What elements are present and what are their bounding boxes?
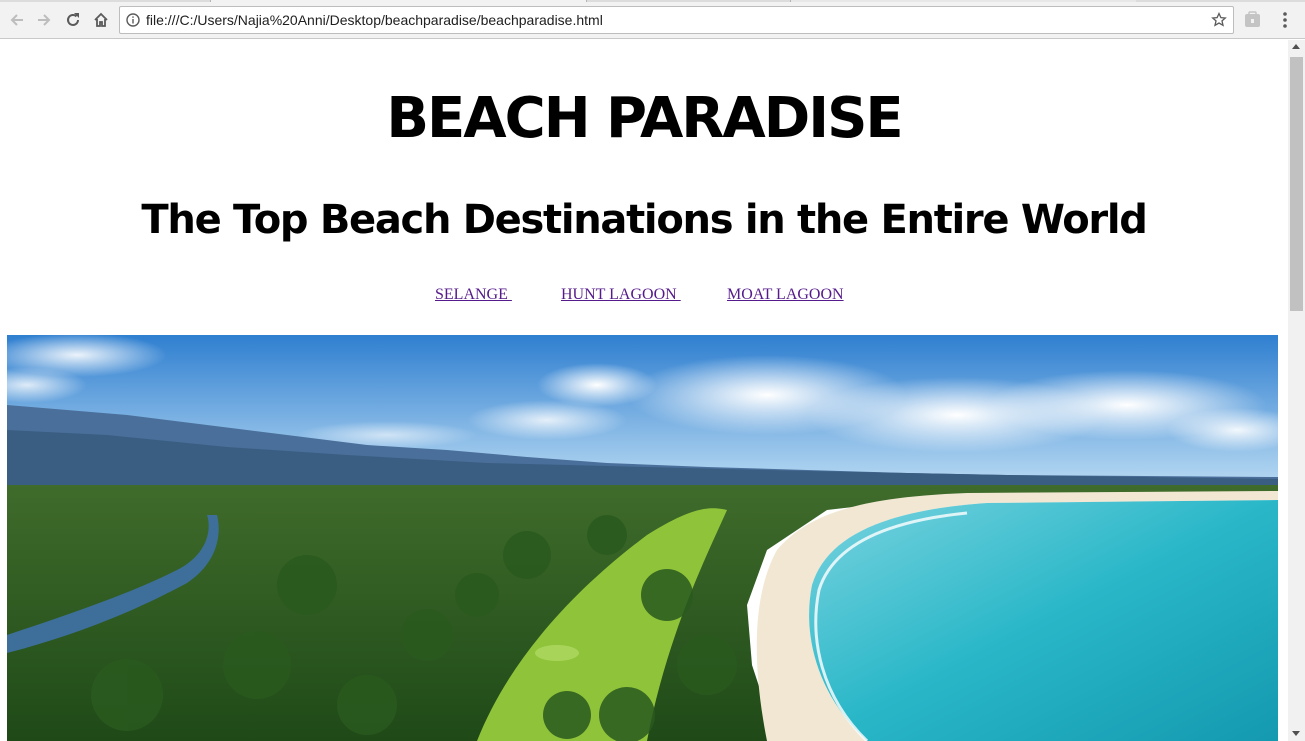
active-tab[interactable] xyxy=(210,0,587,2)
home-icon[interactable] xyxy=(89,8,113,32)
nav-link-selange[interactable]: SELANGE xyxy=(435,286,512,304)
nav-link-hunt-lagoon[interactable]: HUNT LAGOON xyxy=(561,286,681,304)
page-subtitle: The Top Beach Destinations in the Entire… xyxy=(141,197,1147,243)
page-title: BEACH PARADISE xyxy=(386,86,903,151)
forward-icon[interactable] xyxy=(32,8,56,32)
vertical-scrollbar[interactable] xyxy=(1288,40,1305,741)
browser-toolbar: file:///C:/Users/Najia%20Anni/Desktop/be… xyxy=(0,0,1305,39)
back-icon[interactable] xyxy=(5,8,29,32)
scroll-down-icon[interactable] xyxy=(1292,731,1300,736)
menu-icon[interactable] xyxy=(1278,10,1292,30)
scroll-thumb[interactable] xyxy=(1290,57,1303,311)
page-viewport: BEACH PARADISE The Top Beach Destination… xyxy=(0,40,1288,741)
scroll-up-icon[interactable] xyxy=(1292,44,1300,49)
inactive-tab[interactable] xyxy=(790,0,1136,2)
hero-image xyxy=(7,335,1278,741)
reload-icon[interactable] xyxy=(61,8,85,32)
tab-strip xyxy=(0,0,1305,2)
aerial-beach-photo xyxy=(7,335,1278,741)
nav-links: SELANGE HUNT LAGOON MOAT LAGOON xyxy=(0,286,1288,308)
url-text[interactable]: file:///C:/Users/Najia%20Anni/Desktop/be… xyxy=(146,12,603,28)
info-icon[interactable] xyxy=(126,13,140,27)
nav-link-moat-lagoon[interactable]: MOAT LAGOON xyxy=(727,286,844,304)
star-icon[interactable] xyxy=(1211,12,1227,28)
extension-icon[interactable] xyxy=(1244,11,1261,28)
address-bar[interactable]: file:///C:/Users/Najia%20Anni/Desktop/be… xyxy=(119,6,1234,34)
